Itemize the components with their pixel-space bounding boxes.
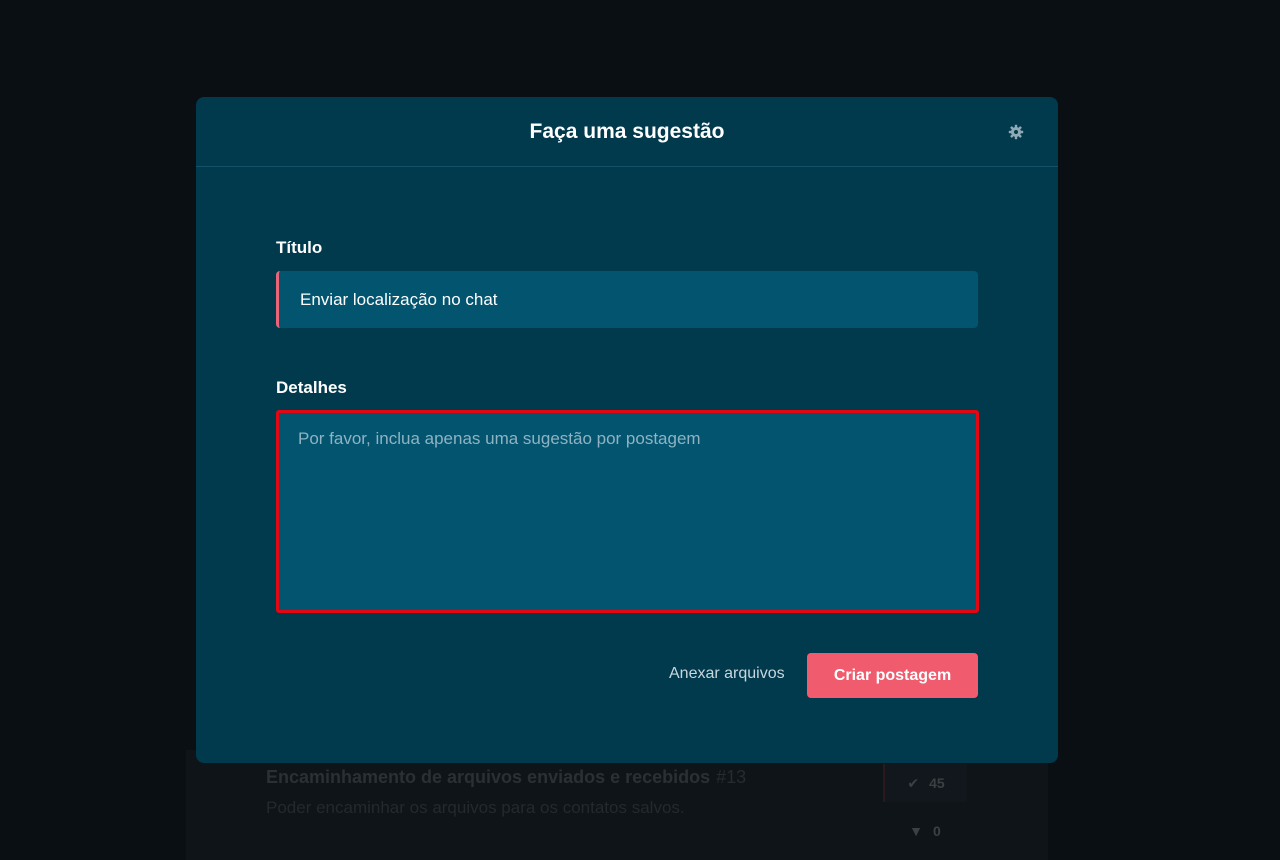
- modal-title: Faça uma sugestão: [529, 119, 725, 143]
- details-textarea[interactable]: [276, 410, 979, 613]
- suggestion-modal: Faça uma sugestão Título Detalhes: [196, 97, 1058, 763]
- check-icon: ✔: [907, 774, 920, 791]
- downvote-count: 0: [933, 823, 941, 839]
- details-label: Detalhes: [276, 378, 347, 397]
- background-upvote-button: ✔ 45: [883, 764, 967, 802]
- modal-header: Faça uma sugestão: [196, 97, 1058, 167]
- create-post-button[interactable]: Criar postagem: [807, 653, 978, 698]
- title-label: Título: [276, 238, 323, 257]
- background-post-title: Encaminhamento de arquivos enviados e re…: [266, 767, 746, 788]
- background-post-number: #13: [716, 767, 747, 787]
- triangle-down-icon: ▼: [909, 823, 924, 839]
- gear-icon[interactable]: [1008, 124, 1024, 140]
- background-post-title-text: Encaminhamento de arquivos enviados e re…: [266, 767, 711, 787]
- gear-icon-svg: [1008, 124, 1024, 140]
- title-input[interactable]: [276, 271, 978, 328]
- background-downvote-button: ▼ 0: [883, 812, 967, 850]
- attach-files-button[interactable]: Anexar arquivos: [669, 665, 785, 683]
- upvote-count: 45: [929, 775, 945, 791]
- background-post-description: Poder encaminhar os arquivos para os con…: [266, 798, 685, 817]
